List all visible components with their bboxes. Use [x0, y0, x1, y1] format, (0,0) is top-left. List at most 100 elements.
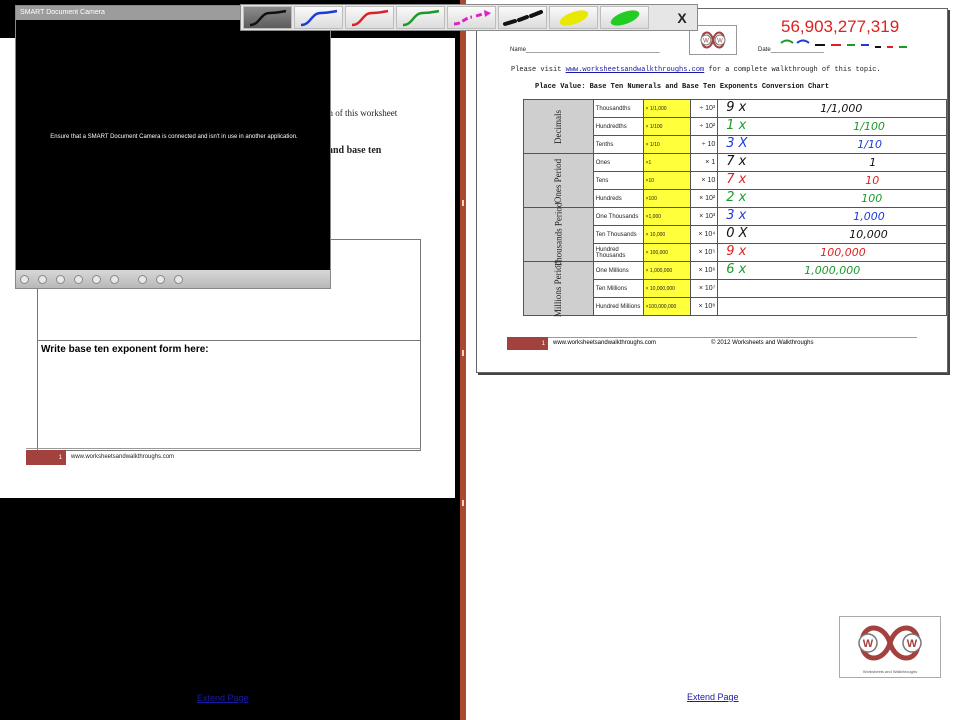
instruction-fragment: gh of this worksheet	[324, 108, 398, 118]
multiplier-cell: ×100	[642, 189, 692, 208]
close-icon[interactable]: X	[669, 6, 695, 29]
handwritten-number: 56,903,277,319	[781, 17, 900, 36]
exponent-cell: ÷ 10³	[690, 99, 719, 118]
page-number-badge: 1	[26, 450, 66, 465]
period-label: Ones Period	[523, 153, 594, 208]
exponent-cell: × 10³	[690, 207, 719, 226]
table-row: Decimals Thousandths × 1/1,000 ÷ 10³ 9 x 1/1,…	[523, 99, 947, 154]
exponent-cell: × 10	[690, 171, 719, 190]
answer-divider	[38, 340, 420, 341]
visit-line: Please visit www.worksheetsandwalkthroug…	[511, 66, 881, 74]
exponent-cell: × 1	[690, 153, 719, 172]
answer-cell[interactable]: 0 X 10,000	[717, 225, 947, 244]
exponent-cell: × 10⁷	[690, 279, 719, 298]
exponent-cell: × 10⁶	[690, 261, 719, 280]
pen-button[interactable]	[600, 6, 649, 29]
svg-text:W: W	[907, 638, 918, 650]
pen-button[interactable]	[498, 6, 547, 29]
answer-cell[interactable]	[717, 279, 947, 298]
footer-line	[26, 448, 421, 449]
footer-url: www.worksheetsandwalkthroughs.com	[553, 340, 657, 346]
camera-flip-icon[interactable]	[110, 274, 119, 284]
footer-copyright: © 2012 Worksheets and Walkthroughs	[711, 340, 814, 346]
multiplier-cell: × 10,000	[642, 225, 692, 244]
place-value-table: Decimals Thousandths × 1/1,000 ÷ 10³ 9 x 1/1,…	[523, 99, 947, 317]
digit-underline-marks	[780, 39, 907, 48]
handwritten-digit: 2 x	[726, 190, 747, 205]
handwritten-value: 100,000	[820, 246, 866, 259]
handwritten-value: 1/10	[857, 138, 882, 151]
place-name: Ones	[592, 153, 644, 172]
answer-cell[interactable]	[717, 297, 947, 316]
camera-rotate-icon[interactable]	[74, 274, 83, 284]
multiplier-cell: × 1/10	[642, 135, 692, 154]
handwritten-value: 10,000	[849, 228, 888, 241]
camera-message: Ensure that a SMART Document Camera is c…	[50, 134, 298, 140]
handwritten-digit: 6 x	[726, 262, 747, 277]
answer-cell[interactable]: 7 x 1	[717, 153, 947, 172]
handwritten-value: 1	[869, 156, 877, 169]
answer-cell[interactable]: 6 x 1,000,000	[717, 261, 947, 280]
pen-button[interactable]	[396, 6, 445, 29]
extend-page-link-right[interactable]: Extend Page	[687, 692, 739, 702]
logo-caption: Worksheets and Walkthroughs	[862, 669, 918, 674]
camera-freeze-icon[interactable]	[92, 274, 101, 284]
magenta-pen-icon	[453, 9, 491, 25]
place-name: Hundred Thousands	[592, 243, 644, 262]
pen-button[interactable]	[447, 6, 496, 29]
handwritten-digit: 3 X	[726, 136, 748, 151]
zoom-out-icon[interactable]	[156, 274, 165, 284]
camera-settings-icon[interactable]	[56, 274, 65, 284]
pen-button[interactable]	[294, 6, 343, 29]
black-pen-icon	[249, 9, 286, 26]
svg-text:W: W	[703, 39, 709, 45]
answer-cell[interactable]: 9 x 100,000	[717, 243, 947, 262]
splitter-grip	[462, 500, 464, 506]
zoom-in-icon[interactable]	[174, 274, 183, 284]
extend-page-link-left[interactable]: Extend Page	[197, 693, 249, 703]
red-pen-icon	[351, 9, 388, 26]
pen-button[interactable]	[243, 6, 292, 29]
svg-text:W: W	[717, 39, 723, 45]
green-highlighter-icon	[610, 9, 639, 26]
handwritten-digit: 3 x	[726, 208, 747, 223]
left-empty-area	[0, 498, 460, 720]
period-label: Millions Period	[523, 260, 594, 317]
place-name: Thousandths	[592, 99, 644, 118]
answer-label: Write base ten exponent form here:	[41, 344, 209, 355]
pen-button[interactable]	[345, 6, 394, 29]
place-name: Hundred Millions	[592, 297, 644, 316]
answer-cell[interactable]: 3 X 1/10	[717, 135, 947, 154]
multiplier-cell: × 10,000,000	[642, 279, 692, 298]
exponent-cell: × 10⁵	[690, 243, 719, 262]
multiplier-cell: × 1/1,000	[642, 99, 692, 118]
visit-link[interactable]: www.worksheetsandwalkthroughs.com	[566, 66, 705, 74]
handwritten-digit: 0 X	[726, 226, 748, 241]
pen-button[interactable]	[549, 6, 598, 29]
table-row: Ones Period Ones ×1 × 1 7 x 1	[523, 153, 947, 208]
name-label: Name____________________________________…	[510, 47, 660, 53]
answer-cell[interactable]: 9 x 1/1,000	[717, 99, 947, 118]
document-camera-window[interactable]: SMART Document Camera Ensure that a SMAR…	[15, 5, 331, 289]
camera-pause-icon[interactable]	[20, 274, 29, 284]
place-name: One Thousands	[592, 207, 644, 226]
handwritten-value: 1/1,000	[820, 102, 863, 115]
exponent-cell: ÷ 10²	[690, 117, 719, 136]
handwritten-digit: 9 x	[726, 244, 747, 259]
page-number-badge: 1	[507, 337, 548, 350]
answer-cell[interactable]: 7 x 10	[717, 171, 947, 190]
table-row: Millions Period One Millions × 1,000,000 × …	[523, 260, 947, 317]
answer-cell[interactable]: 1 x 1/100	[717, 117, 947, 136]
right-worksheet-page: Name____________________________________…	[476, 8, 948, 373]
camera-controls-bar	[16, 270, 330, 288]
zoom-fit-icon[interactable]	[138, 274, 147, 284]
period-label-text: Decimals	[553, 109, 564, 144]
answer-cell[interactable]: 3 x 1,000	[717, 207, 947, 226]
handwritten-value: 10	[865, 174, 880, 187]
multiplier-cell: ×100,000,000	[642, 297, 692, 316]
place-name: Tenths	[592, 135, 644, 154]
green-pen-icon	[402, 9, 439, 26]
camera-capture-icon[interactable]	[38, 274, 47, 284]
place-name: Tens	[592, 171, 644, 190]
answer-cell[interactable]: 2 x 100	[717, 189, 947, 208]
